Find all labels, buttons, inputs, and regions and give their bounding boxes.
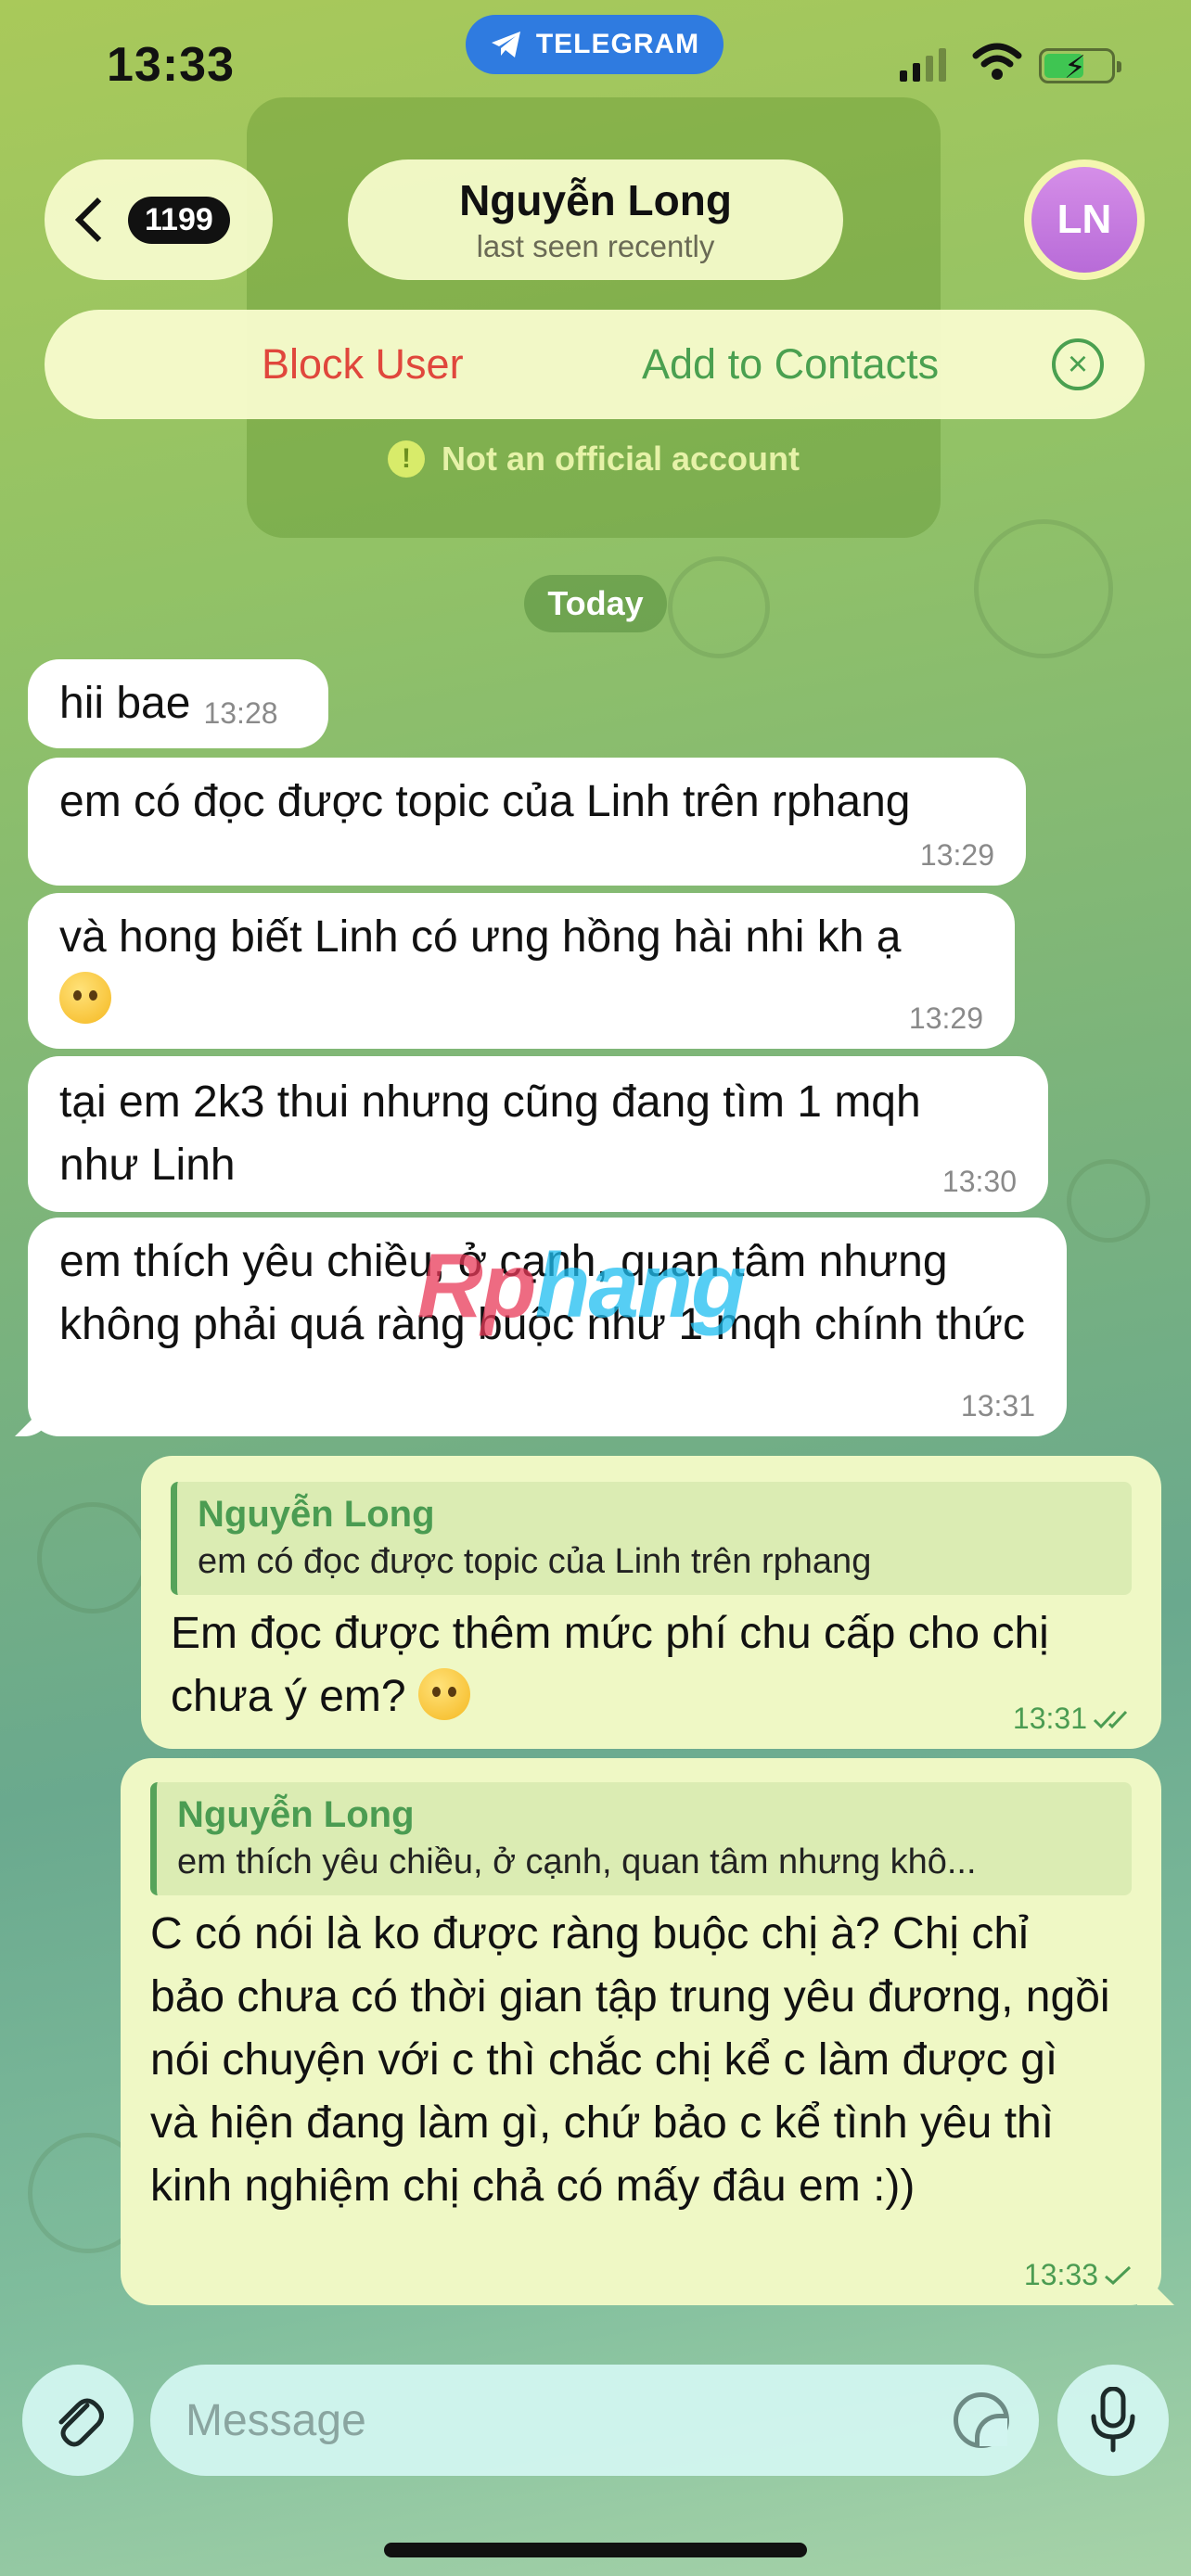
status-time: 13:33: [107, 38, 235, 92]
message-text: tại em 2k3 thui nhưng cũng đang tìm 1 mq…: [59, 1078, 921, 1190]
chevron-left-icon: [74, 197, 121, 243]
reply-text: em có đọc được topic của Linh trên rphan…: [198, 1542, 872, 1581]
message-text: em có đọc được topic của Linh trên rphan…: [59, 777, 911, 826]
paperclip-icon: [58, 2398, 104, 2447]
outgoing-message[interactable]: Nguyễn Long em có đọc được topic của Lin…: [141, 1456, 1161, 1749]
message-text: hii bae: [59, 679, 191, 728]
warning-icon: !: [387, 440, 425, 478]
message-text: Em đọc được thêm mức phí chu cấp cho chị…: [171, 1609, 1049, 1721]
message-time: 13:28: [203, 696, 278, 730]
incoming-message[interactable]: và hong biết Linh có ưng hồng hài nhi kh…: [28, 893, 1015, 1049]
not-official-text: Not an official account: [441, 440, 800, 478]
outgoing-message[interactable]: Nguyễn Long em thích yêu chiều, ở cạnh, …: [121, 1758, 1174, 2305]
last-seen-status: last seen recently: [476, 229, 715, 263]
close-icon[interactable]: ×: [1052, 338, 1104, 390]
incoming-message[interactable]: tại em 2k3 thui nhưng cũng đang tìm 1 mq…: [28, 1056, 1048, 1212]
incoming-message[interactable]: hii bae 13:28: [28, 659, 328, 748]
message-time: 13:33: [1024, 2258, 1133, 2292]
incoming-message[interactable]: em có đọc được topic của Linh trên rphan…: [28, 758, 1026, 886]
add-to-contacts-button[interactable]: Add to Contacts: [642, 310, 939, 419]
battery-icon: ⚡: [1039, 48, 1121, 85]
check-icon: [1105, 2265, 1132, 2285]
double-check-icon: [1093, 1710, 1128, 1728]
message-time: 13:29: [919, 838, 994, 872]
back-button[interactable]: 1199: [45, 159, 273, 280]
block-user-button[interactable]: Block User: [262, 310, 464, 419]
message-input[interactable]: [186, 2365, 928, 2476]
voice-message-button[interactable]: [1057, 2365, 1169, 2476]
contact-name: Nguyễn Long: [459, 176, 732, 224]
avatar[interactable]: LN: [1024, 159, 1145, 280]
pleading-face-emoji: [59, 972, 111, 1024]
date-separator: Today: [524, 575, 667, 632]
message-text: C có nói là ko được ràng buộc chị à? Chị…: [150, 1909, 1110, 2211]
watermark-logo: Rphang: [417, 1234, 747, 1336]
background-doodle: [1067, 1159, 1150, 1243]
sticker-icon[interactable]: [954, 2392, 1009, 2448]
background-doodle: [974, 519, 1113, 658]
smiling-face-emoji: [417, 1668, 470, 1720]
message-text: và hong biết Linh có ưng hồng hài nhi kh…: [59, 912, 902, 962]
signal-icon: [900, 48, 946, 82]
telegram-label: TELEGRAM: [535, 29, 700, 59]
message-time: 13:30: [941, 1165, 1017, 1198]
telegram-icon: [491, 32, 520, 57]
home-indicator[interactable]: [384, 2543, 807, 2557]
message-time: 13:29: [908, 1001, 983, 1035]
reply-preview[interactable]: Nguyễn Long em thích yêu chiều, ở cạnh, …: [150, 1782, 1132, 1895]
wifi-icon: [972, 43, 1022, 80]
message-time: 13:31: [960, 1389, 1035, 1422]
reply-preview[interactable]: Nguyễn Long em có đọc được topic của Lin…: [171, 1482, 1132, 1595]
unread-count-badge: 1199: [128, 196, 230, 244]
contact-action-bar: Block User Add to Contacts ×: [45, 310, 1145, 419]
attach-button[interactable]: [22, 2365, 134, 2476]
message-time: 13:31: [1013, 1702, 1133, 1736]
not-official-notice: ! Not an official account: [247, 431, 941, 487]
reply-text: em thích yêu chiều, ở cạnh, quan tâm như…: [177, 1843, 977, 1881]
reply-author: Nguyễn Long: [177, 1794, 415, 1835]
avatar-initials: LN: [1031, 167, 1137, 273]
telegram-pill[interactable]: TELEGRAM: [466, 15, 724, 74]
background-doodle: [37, 1502, 148, 1613]
chat-title[interactable]: Nguyễn Long last seen recently: [348, 159, 843, 280]
message-input-container: [150, 2365, 1039, 2476]
microphone-icon: [1091, 2387, 1135, 2453]
background-doodle: [668, 556, 770, 658]
reply-author: Nguyễn Long: [198, 1494, 435, 1535]
